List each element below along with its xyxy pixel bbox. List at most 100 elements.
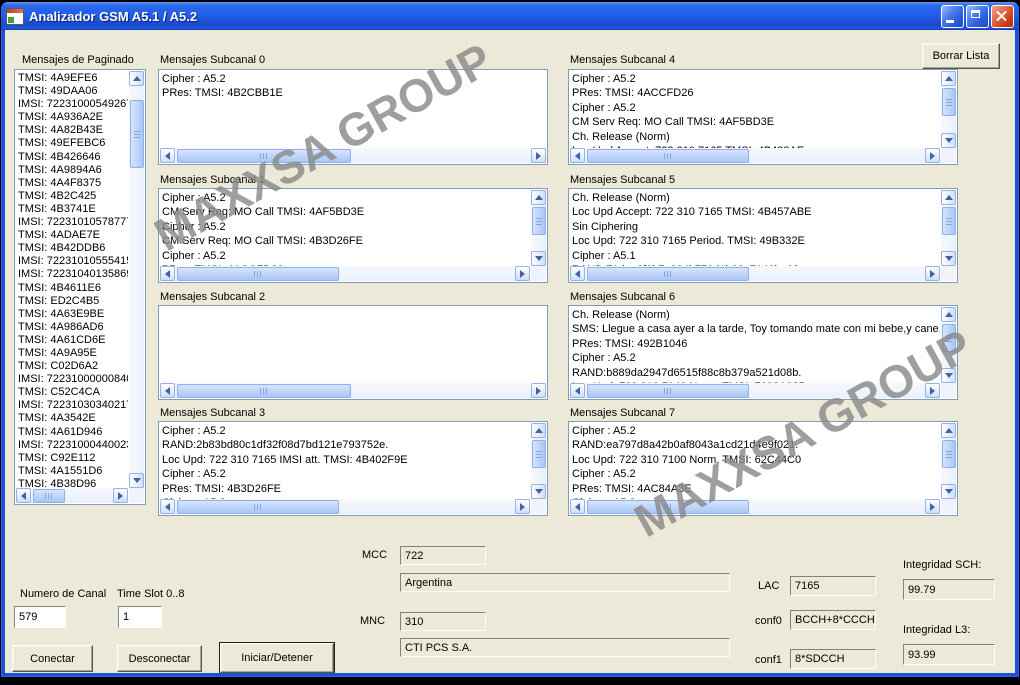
scroll-up-button[interactable] [941,190,956,205]
scroll-up-button[interactable] [941,71,956,86]
memo-horizontal-scrollbar[interactable] [570,499,940,514]
scrollbar-track[interactable] [175,266,515,281]
scrollbar-thumb[interactable] [942,440,956,468]
scrollbar-thumb[interactable] [587,384,749,398]
paging-list-item[interactable]: TMSI: 4A63E9BE [18,308,128,321]
memo-vertical-scrollbar[interactable] [941,71,956,148]
scrollbar-thumb[interactable] [532,207,546,235]
scroll-down-button[interactable] [941,133,956,148]
paging-list-item[interactable]: TMSI: 4A936A2E [18,111,128,124]
conectar-button[interactable]: Conectar [12,645,93,672]
scrollbar-thumb[interactable] [942,88,956,116]
scroll-down-button[interactable] [941,368,956,383]
scrollbar-thumb[interactable] [177,384,351,398]
scrollbar-track[interactable] [941,438,956,484]
close-button[interactable] [991,5,1014,28]
scroll-right-button[interactable] [113,488,128,503]
scroll-left-button[interactable] [160,499,175,514]
scroll-left-button[interactable] [570,266,585,281]
paging-list[interactable]: TMSI: 4A9EFE6TMSI: 49DAA06IMSI: 72231000… [14,69,146,505]
scroll-up-button[interactable] [531,190,546,205]
scrollbar-track[interactable] [175,383,531,398]
scrollbar-thumb[interactable] [942,324,956,352]
integridad-l3-input[interactable] [903,644,995,665]
scrollbar-track[interactable] [175,499,515,514]
scrollbar-thumb[interactable] [130,100,144,168]
scroll-right-button[interactable] [925,499,940,514]
paging-list-item[interactable]: TMSI: 4B426646 [18,151,128,164]
scroll-left-button[interactable] [570,383,585,398]
paging-list-item[interactable]: IMSI: 72231030340217 [18,399,128,412]
titlebar[interactable]: Analizador GSM A5.1 / A5.2 [1,2,1019,30]
subcanal-memo-4[interactable]: Cipher : A5.2PRes: TMSI: 4ACCFD26Cipher … [568,69,958,165]
canal-input[interactable] [14,606,66,628]
paging-list-item[interactable]: IMSI: 72231010555415 [18,255,128,268]
memo-vertical-scrollbar[interactable] [941,307,956,383]
scroll-right-button[interactable] [925,266,940,281]
paging-list-item[interactable]: IMSI: 72231000000840 [18,373,128,386]
conf1-input[interactable] [790,649,876,669]
subcanal-memo-5[interactable]: Ch. Release (Norm)Loc Upd Accept: 722 31… [568,188,958,283]
scrollbar-track[interactable] [531,205,546,251]
scrollbar-track[interactable] [941,322,956,368]
scroll-right-button[interactable] [925,148,940,163]
paging-list-item[interactable]: IMSI: 72231000549267 [18,98,128,111]
scroll-up-button[interactable] [531,423,546,438]
scrollbar-thumb[interactable] [177,149,351,163]
mcc-country-input[interactable] [400,573,730,592]
scroll-down-button[interactable] [129,473,144,488]
minimize-button[interactable] [941,5,964,28]
conf0-input[interactable] [790,610,876,630]
scroll-down-button[interactable] [941,484,956,499]
mnc-input[interactable] [400,612,486,631]
scrollbar-thumb[interactable] [942,207,956,235]
iniciar-detener-button[interactable]: Iniciar/Detener [220,643,334,673]
memo-horizontal-scrollbar[interactable] [160,148,546,163]
scrollbar-track[interactable] [585,499,925,514]
memo-horizontal-scrollbar[interactable] [570,266,940,281]
paging-list-item[interactable]: TMSI: 4A1551D6 [18,465,128,478]
paging-list-item[interactable]: TMSI: C52C4CA [18,386,128,399]
subcanal-memo-6[interactable]: Ch. Release (Norm)SMS: Llegue a casa aye… [568,305,958,400]
scrollbar-thumb[interactable] [587,149,749,163]
mcc-input[interactable] [400,546,486,565]
paging-list-item[interactable]: IMSI: 72231010578777 [18,216,128,229]
paging-list-item[interactable]: TMSI: 4A986AD6 [18,321,128,334]
scrollbar-track[interactable] [941,205,956,251]
scroll-right-button[interactable] [925,383,940,398]
paging-list-item[interactable]: TMSI: C92E112 [18,452,128,465]
scroll-left-button[interactable] [570,499,585,514]
lac-input[interactable] [790,576,876,596]
scrollbar-thumb[interactable] [587,500,749,514]
paging-list-item[interactable]: TMSI: 49DAA06 [18,85,128,98]
scroll-up-button[interactable] [129,71,144,86]
scroll-up-button[interactable] [941,307,956,322]
subcanal-memo-1[interactable]: Cipher : A5.2CM Serv Req: MO Call TMSI: … [158,188,548,283]
paging-list-item[interactable]: TMSI: 4B38D96 [18,478,128,488]
subcanal-memo-3[interactable]: Cipher : A5.2RAND:2b83bd80c1df32f08d7bd1… [158,421,548,516]
scrollbar-thumb[interactable] [177,267,339,281]
memo-vertical-scrollbar[interactable] [941,190,956,266]
memo-horizontal-scrollbar[interactable] [160,383,546,398]
paging-list-item[interactable]: TMSI: 4B4611E6 [18,282,128,295]
scroll-down-button[interactable] [531,251,546,266]
scroll-right-button[interactable] [515,266,530,281]
desconectar-button[interactable]: Desconectar [117,645,202,672]
scroll-right-button[interactable] [531,148,546,163]
paging-list-item[interactable]: TMSI: 4ADAE7E [18,229,128,242]
scrollbar-track[interactable] [175,148,531,163]
memo-horizontal-scrollbar[interactable] [570,148,940,163]
scrollbar-thumb[interactable] [587,267,749,281]
scrollbar-track[interactable] [31,488,113,503]
scrollbar-track[interactable] [585,383,925,398]
paging-list-item[interactable]: TMSI: ED2C4B5 [18,295,128,308]
paging-list-item[interactable]: TMSI: 4A9A95E [18,347,128,360]
paging-list-item[interactable]: IMSI: 72231000440023 [18,439,128,452]
maximize-button[interactable] [966,5,989,28]
memo-horizontal-scrollbar[interactable] [160,499,530,514]
paging-list-item[interactable]: TMSI: 4A82B43E [18,124,128,137]
mnc-operator-input[interactable] [400,638,730,657]
integridad-sch-input[interactable] [903,579,995,600]
paging-list-item[interactable]: TMSI: 4A61CD6E [18,334,128,347]
paging-list-item[interactable]: TMSI: 4A61D946 [18,426,128,439]
